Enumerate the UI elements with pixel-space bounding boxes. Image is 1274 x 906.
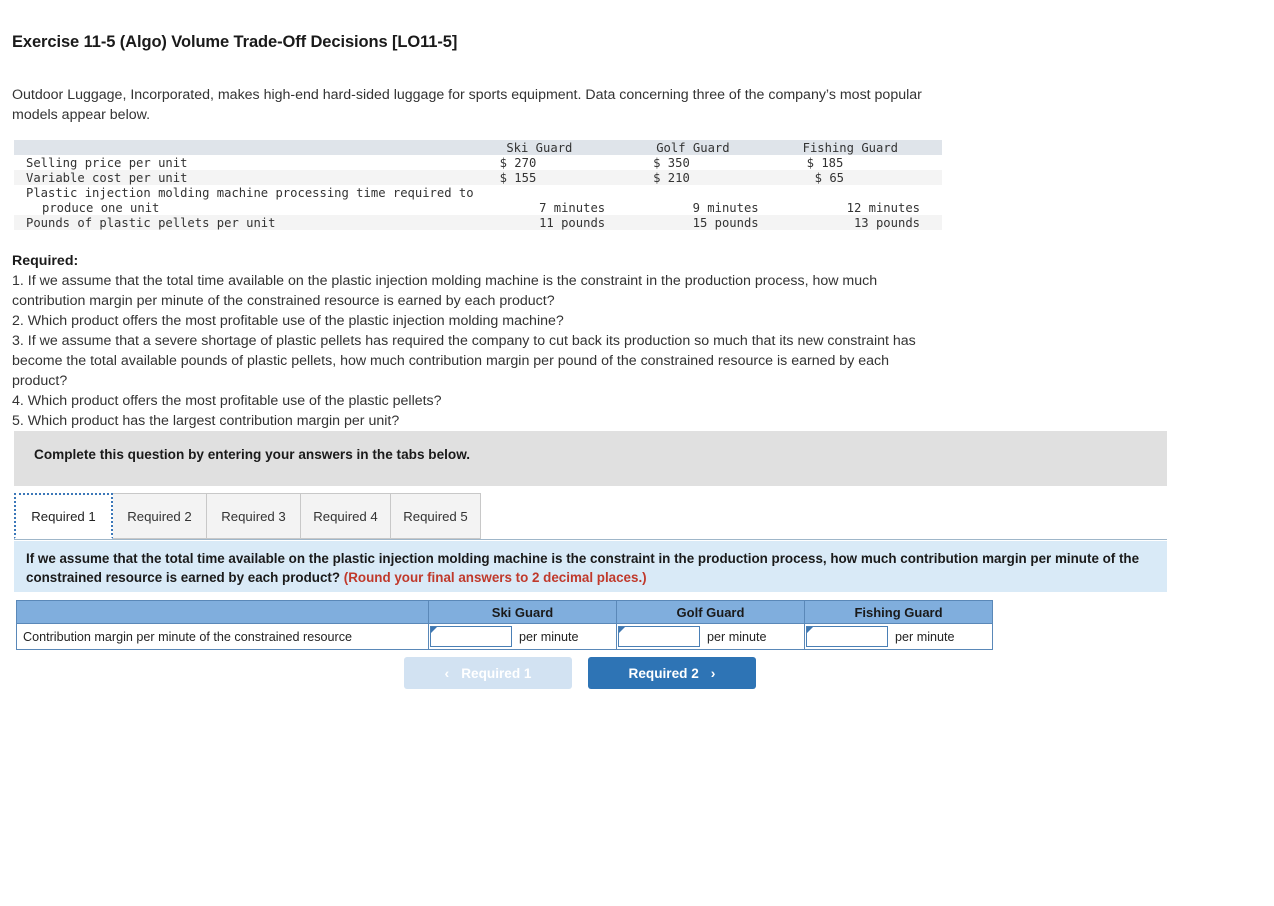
- answer-table: Ski Guard Golf Guard Fishing Guard Contr…: [16, 600, 993, 650]
- page-title: Exercise 11-5 (Algo) Volume Trade-Off De…: [12, 33, 458, 51]
- tab-required-3[interactable]: Required 3: [206, 493, 301, 539]
- answer-cell-inner: per minute: [429, 624, 616, 649]
- data-header-golf-guard: Golf Guard: [656, 140, 730, 155]
- table-row: Contribution margin per minute of the co…: [16, 623, 993, 650]
- prev-requirement-button[interactable]: ‹ Required 1: [404, 657, 572, 689]
- answer-cell-inner: per minute: [617, 624, 804, 649]
- cm-per-minute-input-ski-guard[interactable]: [430, 626, 512, 647]
- data-cell-golf-guard: [627, 185, 781, 200]
- data-cell-fishing-guard: 12 minutes: [846, 200, 920, 215]
- tab-label: Required 5: [403, 508, 468, 524]
- data-cell-golf-guard: 15 pounds: [692, 215, 759, 230]
- answer-header-row: Ski Guard Golf Guard Fishing Guard: [16, 600, 993, 624]
- answer-cell-golf-guard[interactable]: per minute: [616, 623, 805, 650]
- tab-required-5[interactable]: Required 5: [390, 493, 481, 539]
- product-data-table: Ski Guard Golf Guard Fishing Guard Selli…: [14, 140, 942, 230]
- data-table-head: Ski Guard Golf Guard Fishing Guard: [14, 140, 942, 155]
- data-row-label: Pounds of plastic pellets per unit: [26, 215, 276, 230]
- banner-text: Complete this question by entering your …: [34, 447, 471, 462]
- data-header-blank: [14, 140, 474, 155]
- data-cell-ski-guard: [474, 185, 628, 200]
- data-header-fishing-guard: Fishing Guard: [802, 140, 899, 155]
- required-item: 4. Which product offers the most profita…: [12, 393, 442, 409]
- chevron-right-icon: ›: [710, 665, 716, 681]
- data-row-label: Variable cost per unit: [26, 170, 188, 185]
- requirement-tabs[interactable]: Required 1 Required 2 Required 3 Required 4…: [14, 493, 1167, 540]
- answer-cell-inner: per minute: [805, 624, 992, 649]
- table-row: Plastic injection molding machine proces…: [14, 185, 942, 200]
- table-row: produce one unit 7 minutes 9 minutes 12 min…: [14, 200, 942, 215]
- complete-question-banner: Complete this question by entering your …: [14, 431, 1167, 486]
- tab-label: Required 3: [221, 508, 286, 524]
- required-item: 1. If we assume that the total time avai…: [12, 273, 878, 309]
- rounding-note: (Round your final answers to 2 decimal p…: [343, 570, 647, 585]
- table-row: Variable cost per unit $ 155 $ 210 $ 65: [14, 170, 942, 185]
- tab-required-4[interactable]: Required 4: [300, 493, 391, 539]
- cell-marker-icon: [431, 627, 437, 633]
- instruction-panel: If we assume that the total time availab…: [14, 541, 1167, 592]
- data-cell-fishing-guard: 13 pounds: [853, 215, 920, 230]
- answer-cell-fishing-guard[interactable]: per minute: [804, 623, 993, 650]
- unit-label-fishing-guard: per minute: [895, 629, 955, 644]
- answer-header-fishing-guard: Fishing Guard: [804, 600, 993, 624]
- answer-header-golf-guard: Golf Guard: [616, 600, 805, 624]
- required-item: 3. If we assume that a severe shortage o…: [12, 333, 916, 389]
- data-cell-fishing-guard: $ 185: [806, 155, 844, 170]
- intro-paragraph: Outdoor Luggage, Incorporated, makes hig…: [12, 87, 922, 123]
- cm-per-minute-input-fishing-guard[interactable]: [806, 626, 888, 647]
- next-requirement-button[interactable]: Required 2 ›: [588, 657, 756, 689]
- tab-required-2[interactable]: Required 2: [112, 493, 207, 539]
- data-cell-ski-guard: $ 155: [499, 170, 537, 185]
- chevron-left-icon: ‹: [444, 665, 450, 681]
- required-items-list: 1. If we assume that the total time avai…: [12, 271, 938, 431]
- data-header-ski-guard: Ski Guard: [506, 140, 573, 155]
- data-row-label: Selling price per unit: [26, 155, 188, 170]
- answer-table-body: Contribution margin per minute of the co…: [16, 623, 993, 650]
- exercise-page: Exercise 11-5 (Algo) Volume Trade-Off De…: [0, 0, 1274, 906]
- data-cell-ski-guard: 7 minutes: [539, 200, 606, 215]
- tab-required-1[interactable]: Required 1: [14, 493, 113, 539]
- instruction-text: If we assume that the total time availab…: [26, 549, 1158, 587]
- prev-button-label: Required 1: [461, 665, 532, 681]
- answer-header-blank: [16, 600, 429, 624]
- required-block: Required: 1. If we assume that the total…: [12, 251, 938, 431]
- next-button-label: Required 2: [628, 665, 699, 681]
- table-row: Selling price per unit $ 270 $ 350 $ 185: [14, 155, 942, 170]
- tab-label: Required 2: [127, 508, 192, 524]
- data-table-header-row: Ski Guard Golf Guard Fishing Guard: [14, 140, 942, 155]
- cell-marker-icon: [807, 627, 813, 633]
- data-row-label: Plastic injection molding machine proces…: [26, 185, 474, 200]
- data-cell-ski-guard: $ 270: [499, 155, 537, 170]
- navigation-row: ‹ Required 1 Required 2 ›: [0, 657, 1274, 691]
- data-row-label: produce one unit: [42, 200, 160, 215]
- answer-header-ski-guard: Ski Guard: [428, 600, 617, 624]
- required-item: 5. Which product has the largest contrib…: [12, 413, 400, 429]
- data-cell-ski-guard: 11 pounds: [539, 215, 606, 230]
- answer-cell-ski-guard[interactable]: per minute: [428, 623, 617, 650]
- cm-per-minute-input-golf-guard[interactable]: [618, 626, 700, 647]
- data-cell-golf-guard: $ 350: [653, 155, 690, 170]
- unit-label-ski-guard: per minute: [519, 629, 579, 644]
- required-heading: Required:: [12, 253, 79, 269]
- cell-marker-icon: [619, 627, 625, 633]
- data-cell-golf-guard: 9 minutes: [692, 200, 759, 215]
- table-row: Pounds of plastic pellets per unit 11 pou…: [14, 215, 942, 230]
- data-cell-fishing-guard: $ 65: [814, 170, 845, 185]
- answer-row-label: Contribution margin per minute of the co…: [16, 623, 429, 650]
- required-item: 2. Which product offers the most profita…: [12, 313, 564, 329]
- tab-label: Required 1: [31, 508, 96, 524]
- tab-label: Required 4: [313, 508, 378, 524]
- answer-table-head: Ski Guard Golf Guard Fishing Guard: [16, 600, 993, 624]
- unit-label-golf-guard: per minute: [707, 629, 767, 644]
- data-table-body: Selling price per unit $ 270 $ 350 $ 185 Var…: [14, 155, 942, 230]
- data-cell-fishing-guard: [781, 185, 942, 200]
- data-cell-golf-guard: $ 210: [653, 170, 690, 185]
